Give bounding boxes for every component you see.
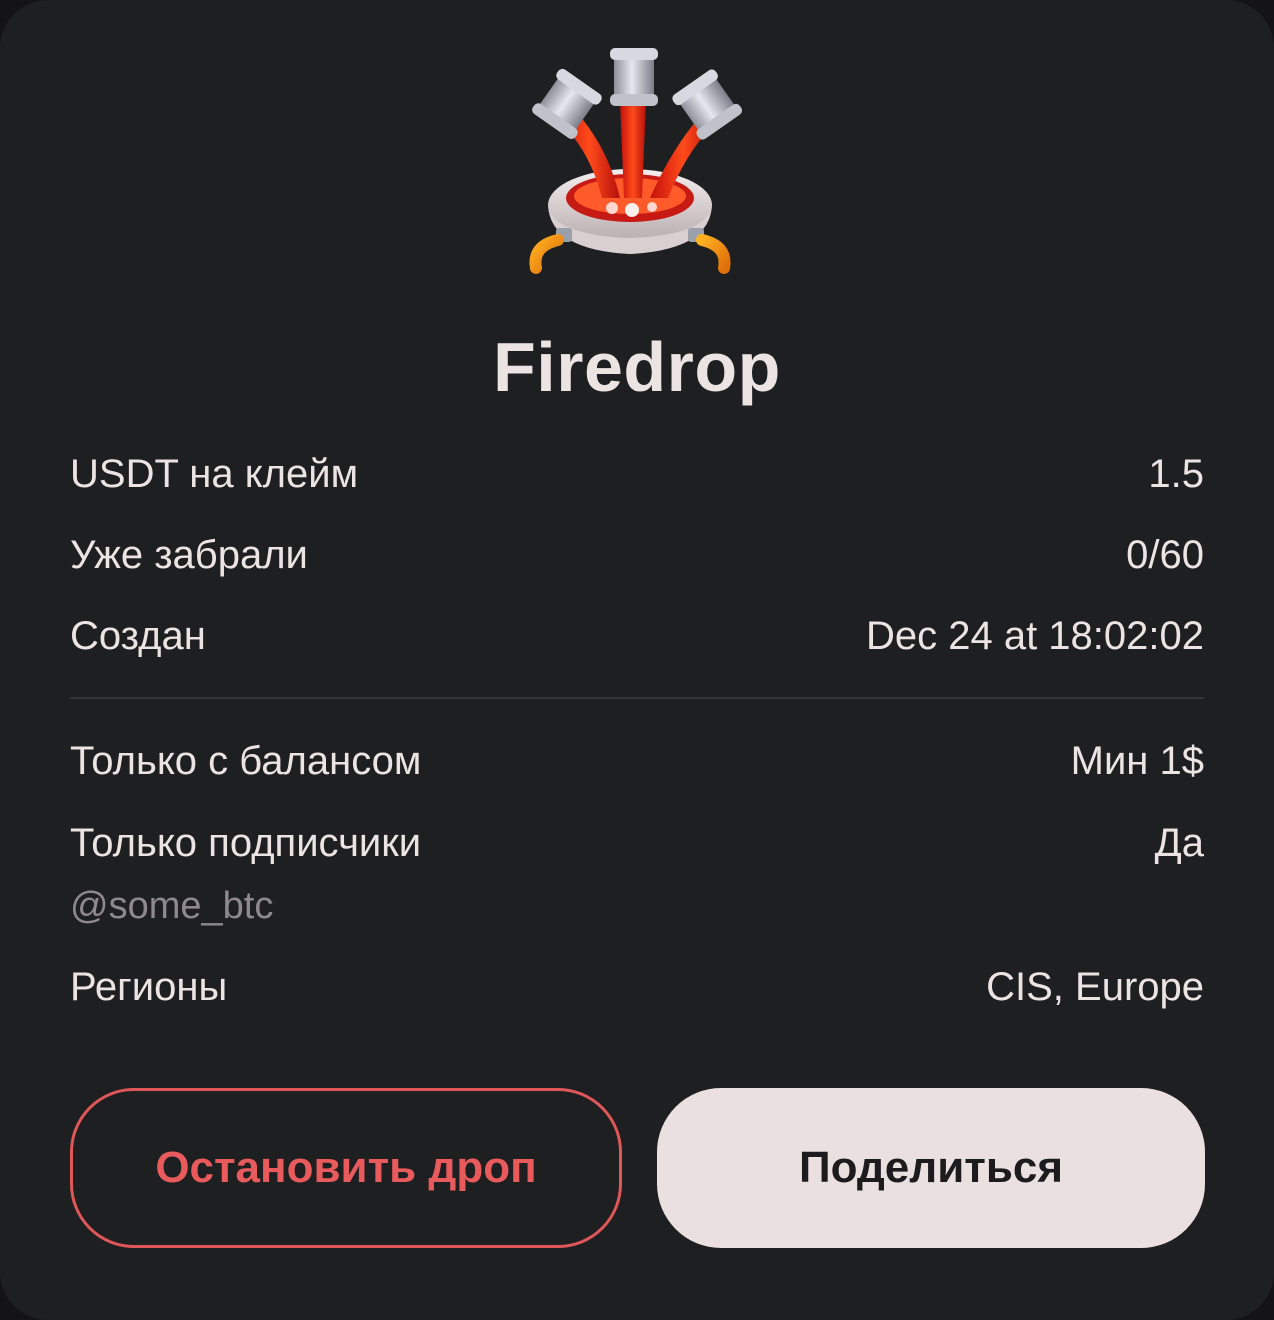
usdt-per-claim-value: 1.5 (1148, 452, 1204, 496)
channel-handle: @some_btc (70, 885, 274, 927)
subscribers-only-value: Да (1154, 821, 1204, 865)
row-claimed: Уже забрали 0/60 (70, 530, 1204, 580)
row-subscribers-only: Только подписчики Да (70, 818, 1204, 868)
balance-only-value: Мин 1$ (1070, 739, 1204, 783)
claimed-value: 0/60 (1126, 533, 1204, 577)
stop-drop-button[interactable]: Остановить дроп (70, 1088, 622, 1248)
regions-value: CIS, Europe (986, 965, 1204, 1009)
drop-card: Firedrop USDT на клейм 1.5 Уже забрали 0… (0, 0, 1274, 1320)
usdt-per-claim-label: USDT на клейм (70, 452, 359, 496)
balance-only-label: Только с балансом (70, 739, 422, 783)
share-button[interactable]: Поделиться (657, 1088, 1205, 1248)
row-usdt-per-claim: USDT на клейм 1.5 (70, 449, 1204, 499)
created-value: Dec 24 at 18:02:02 (865, 614, 1204, 658)
row-regions: Регионы CIS, Europe (70, 962, 1204, 1012)
row-balance-only: Только с балансом Мин 1$ (70, 736, 1204, 786)
claimed-label: Уже забрали (70, 533, 308, 577)
regions-label: Регионы (70, 965, 228, 1009)
section-divider (70, 697, 1204, 699)
created-label: Создан (70, 614, 206, 658)
row-created: Создан Dec 24 at 18:02:02 (70, 611, 1204, 661)
drop-title: Firedrop (493, 328, 781, 406)
subscribers-only-label: Только подписчики (70, 821, 422, 865)
fire-pipes-cauldron-icon (529, 48, 743, 274)
